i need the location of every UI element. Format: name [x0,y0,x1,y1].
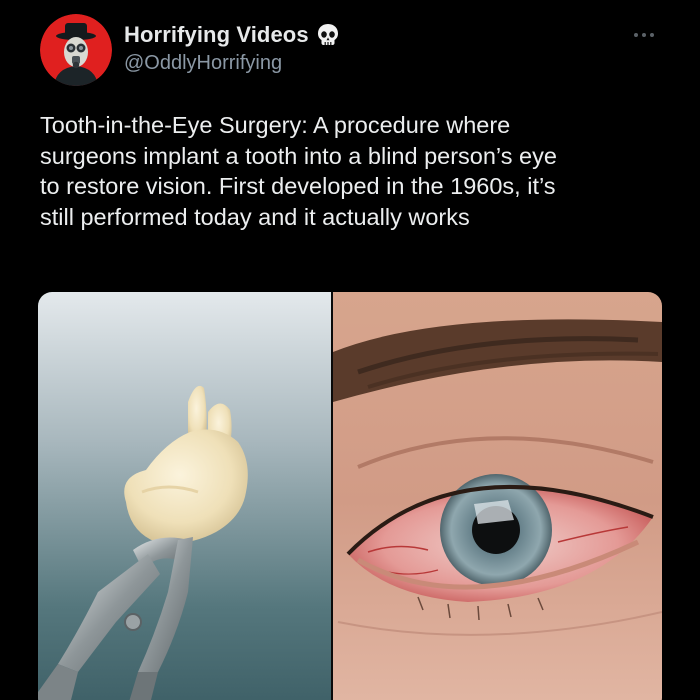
display-name[interactable]: Horrifying Videos [124,22,309,48]
avatar[interactable] [40,14,112,86]
post-card: Horrifying Videos @OddlyHorrifying Tooth… [0,0,700,700]
masked-figure-avatar-icon [40,14,112,86]
media-collage [38,292,662,700]
account-handle[interactable]: @OddlyHorrifying [124,52,282,75]
eye-image [333,292,662,700]
name-row: Horrifying Videos [124,20,341,50]
tooth-image [38,292,331,700]
post-media[interactable] [38,292,662,700]
more-options-icon[interactable] [634,30,658,40]
skull-icon [315,22,341,48]
post-text: Tooth-in-the-Eye Surgery: A procedure wh… [40,112,557,230]
